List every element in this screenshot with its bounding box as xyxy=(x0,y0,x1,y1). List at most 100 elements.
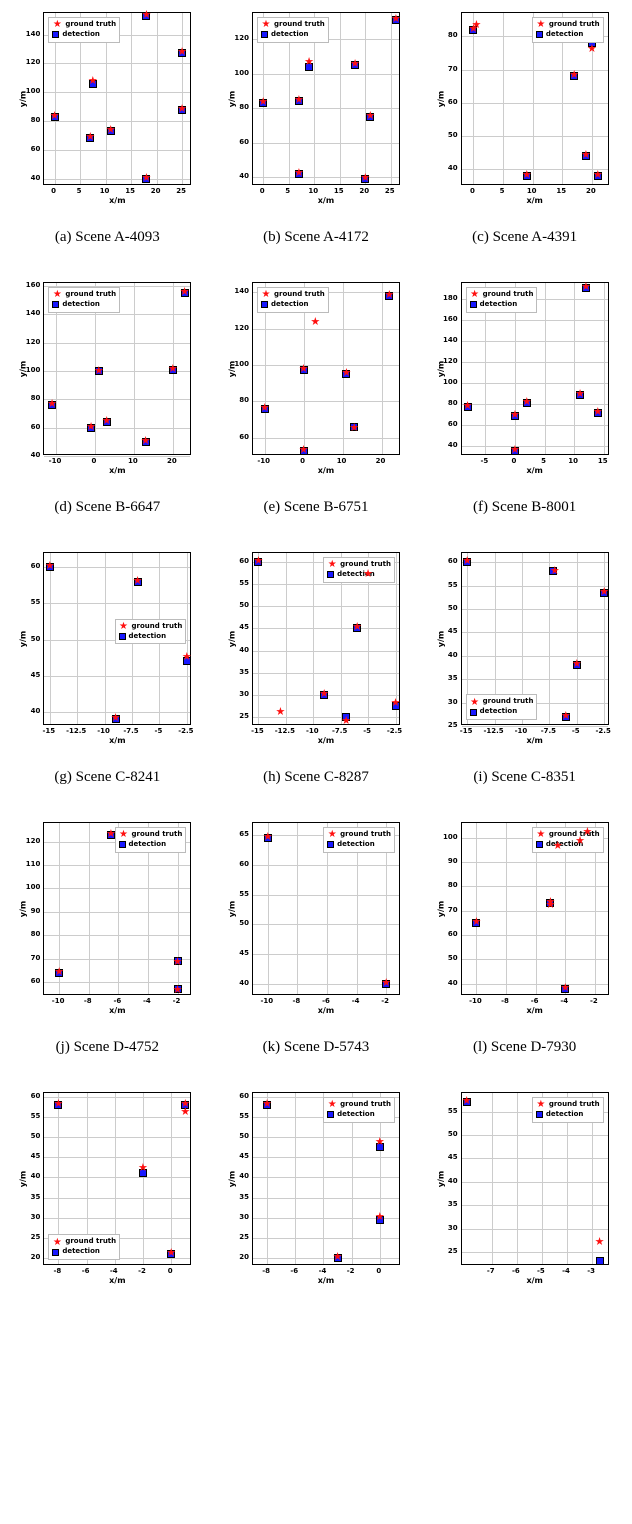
chart-i: ★★★★★★ground truthdetection-15-12.5-10-7… xyxy=(423,546,626,786)
legend-det-label: detection xyxy=(480,707,518,717)
subfigure-caption: (l) Scene D-7930 xyxy=(473,1039,576,1056)
ytick-label: 40 xyxy=(435,979,458,987)
ytick-label: 45 xyxy=(226,949,249,957)
xtick-label: -2.5 xyxy=(596,727,611,735)
xtick-label: -6 xyxy=(322,997,330,1005)
ground-truth-marker: ★ xyxy=(304,57,314,68)
ytick-label: 60 xyxy=(226,557,249,565)
ytick-label: 60 xyxy=(435,420,458,428)
ytick-label: 35 xyxy=(435,674,458,682)
ground-truth-marker: ★ xyxy=(561,711,571,722)
xtick-label: -4 xyxy=(110,1267,118,1275)
y-axis-label: y/m xyxy=(228,360,237,376)
chart-m: ★★★★★★ground truthdetection-8-6-4-202025… xyxy=(6,1086,209,1291)
y-axis-label: y/m xyxy=(19,900,28,916)
plot-area: ★★★★★★ground truthdetection-15-12.5-10-7… xyxy=(435,546,615,751)
ground-truth-marker: ★ xyxy=(141,436,151,447)
ground-truth-marker: ★ xyxy=(384,290,394,301)
xtick-label: -2 xyxy=(347,1267,355,1275)
xtick-label: 10 xyxy=(308,187,318,195)
ground-truth-marker: ★ xyxy=(391,698,401,709)
xtick-label: -15 xyxy=(460,727,473,735)
xtick-label: -6 xyxy=(290,1267,298,1275)
xtick-label: -4 xyxy=(143,997,151,1005)
ytick-label: 100 xyxy=(17,883,40,891)
ground-truth-marker: ★ xyxy=(173,957,183,968)
xtick-label: -5 xyxy=(363,727,371,735)
ytick-label: 55 xyxy=(17,1112,40,1120)
legend-gt-label: ground truth xyxy=(549,1100,600,1110)
ytick-label: 60 xyxy=(17,423,40,431)
ytick-label: 45 xyxy=(17,671,40,679)
subfigure-caption: (b) Scene A-4172 xyxy=(263,229,369,246)
ytick-label: 80 xyxy=(435,881,458,889)
ytick-label: 50 xyxy=(435,131,458,139)
legend-gt-label: ground truth xyxy=(65,20,116,30)
ground-truth-marker: ★ xyxy=(310,317,320,328)
xtick-label: 20 xyxy=(167,457,177,465)
ground-truth-marker: ★ xyxy=(168,363,178,374)
ytick-label: 25 xyxy=(435,721,458,729)
chart-a: ★★★★★★★★★ground truthdetection0510152025… xyxy=(6,6,209,246)
ground-truth-marker: ★ xyxy=(299,444,309,455)
plot-area: ★★★ground truthdetection-10-8-6-4-240455… xyxy=(226,816,406,1021)
chart-e: ★★★★★★★★ground truthdetection-1001020608… xyxy=(215,276,418,516)
xtick-label: 5 xyxy=(285,187,290,195)
xtick-label: -10 xyxy=(52,997,65,1005)
xtick-label: -4 xyxy=(560,997,568,1005)
xtick-label: -10 xyxy=(49,457,62,465)
subfigure-caption: (k) Scene D-5743 xyxy=(263,1039,370,1056)
ytick-label: 45 xyxy=(17,1152,40,1160)
x-axis-label: x/m xyxy=(109,196,125,205)
ground-truth-marker: ★ xyxy=(575,836,585,847)
legend: ★ground truthdetection xyxy=(48,17,120,43)
y-axis-label: y/m xyxy=(19,90,28,106)
ytick-label: 80 xyxy=(226,396,249,404)
legend-det-label: detection xyxy=(271,300,309,310)
ground-truth-marker: ★ xyxy=(360,173,370,184)
ytick-label: 80 xyxy=(17,394,40,402)
legend-gt-label: ground truth xyxy=(65,290,116,300)
xtick-label: -8 xyxy=(501,997,509,1005)
x-axis-label: x/m xyxy=(318,736,334,745)
ground-truth-marker: ★ xyxy=(581,282,591,293)
xtick-label: 0 xyxy=(260,187,265,195)
xtick-label: 10 xyxy=(568,457,578,465)
ground-truth-marker: ★ xyxy=(177,104,187,115)
ground-truth-marker: ★ xyxy=(583,827,593,838)
ytick-label: 60 xyxy=(17,145,40,153)
ytick-label: 140 xyxy=(17,309,40,317)
ytick-label: 60 xyxy=(226,433,249,441)
xtick-label: 0 xyxy=(470,187,475,195)
x-axis-label: x/m xyxy=(318,196,334,205)
xtick-label: 0 xyxy=(511,457,516,465)
xtick-label: -7.5 xyxy=(332,727,347,735)
plot-area: ★★★★★ground truthdetection-15-12.5-10-7.… xyxy=(17,546,197,751)
ground-truth-marker: ★ xyxy=(88,76,98,87)
xtick-label: -12.5 xyxy=(483,727,503,735)
subfigure-caption: (f) Scene B-8001 xyxy=(473,499,576,516)
xtick-label: -6 xyxy=(531,997,539,1005)
plot-area: ★★★★★★ground truthdetection-8-6-4-202025… xyxy=(17,1086,197,1291)
ground-truth-marker: ★ xyxy=(352,622,362,633)
ytick-label: 55 xyxy=(226,1112,249,1120)
ground-truth-marker: ★ xyxy=(85,132,95,143)
ytick-label: 100 xyxy=(435,378,458,386)
legend-det-label: detection xyxy=(129,840,167,850)
xtick-label: 0 xyxy=(300,457,305,465)
chart-d: ★★★★★★★★ground truthdetection-1001020406… xyxy=(6,276,209,516)
ground-truth-marker: ★ xyxy=(182,651,192,662)
legend-det-label: detection xyxy=(129,632,167,642)
x-axis-label: x/m xyxy=(526,466,542,475)
ground-truth-marker: ★ xyxy=(381,978,391,989)
ground-truth-marker: ★ xyxy=(593,407,603,418)
ytick-label: 50 xyxy=(226,919,249,927)
y-axis-label: y/m xyxy=(228,1170,237,1186)
ytick-label: 45 xyxy=(226,1152,249,1160)
ytick-label: 20 xyxy=(17,1253,40,1261)
ground-truth-marker: ★ xyxy=(463,401,473,412)
xtick-label: 10 xyxy=(128,457,138,465)
ytick-label: 30 xyxy=(226,690,249,698)
y-axis-label: y/m xyxy=(436,90,445,106)
plot-area: ★★★★★ground truthdetection-10-8-6-4-2607… xyxy=(17,816,197,1021)
